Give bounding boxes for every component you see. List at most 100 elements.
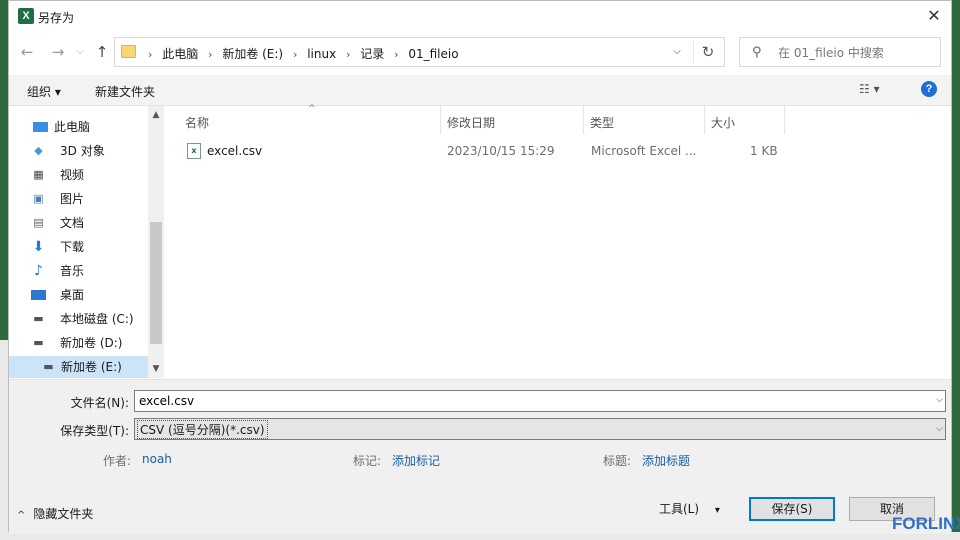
search-icon: ⚲ <box>752 45 762 60</box>
sidebar-item-label: 视频 <box>60 168 85 182</box>
help-icon[interactable]: ? <box>921 81 937 97</box>
column-divider[interactable] <box>583 106 584 134</box>
folder-icon <box>121 45 136 58</box>
tools-label: 工具(L) <box>659 502 700 516</box>
column-header-size[interactable]: 大小 <box>711 114 735 136</box>
sidebar-item-label: 3D 对象 <box>60 144 105 158</box>
sidebar-item-desktop[interactable]: 桌面 <box>17 284 147 306</box>
file-modified: 2023/10/15 15:29 <box>447 144 555 158</box>
refresh-icon[interactable]: ↻ <box>693 41 722 63</box>
excel-app-icon: X <box>18 8 34 24</box>
windows-drive-icon: ▬ <box>33 312 44 325</box>
forward-arrow-icon[interactable]: → <box>47 41 69 63</box>
breadcrumb-drive-e[interactable]: 新加卷 (E:) <box>222 47 283 61</box>
sidebar-item-label: 新加卷 (E:) <box>61 360 122 374</box>
breadcrumb-separator[interactable]: › <box>208 48 212 61</box>
command-toolbar: 组织 ▾ 新建文件夹 ☷ ▾ ? <box>9 75 951 106</box>
tools-menu-button[interactable]: 工具(L) ▾ <box>659 500 720 517</box>
column-divider[interactable] <box>440 106 441 134</box>
title-bar: X 另存为 ✕ <box>9 1 951 31</box>
breadcrumb-separator[interactable]: › <box>148 48 152 61</box>
filename-label: 文件名(N): <box>70 396 129 410</box>
save-options-panel: 文件名(N): ⌵ 保存类型(T): CSV (逗号分隔)(*.csv) ⌵ 作… <box>9 379 951 534</box>
forlinx-watermark: FORLINX <box>892 514 960 533</box>
video-icon: ▦ <box>33 168 44 181</box>
filetype-label: 保存类型(T): <box>60 424 129 438</box>
chevron-up-icon: ^ <box>17 510 26 521</box>
sidebar-item-label: 此电脑 <box>54 120 91 134</box>
file-list: ^ 名称 修改日期 类型 大小 x excel.csv 2023/10/15 1… <box>165 104 951 378</box>
save-button[interactable]: 保存(S) <box>749 497 835 521</box>
search-input[interactable] <box>776 43 938 63</box>
music-icon: ♪ <box>34 263 43 279</box>
back-arrow-icon[interactable]: ← <box>16 41 38 63</box>
add-tags-link[interactable]: 添加标记 <box>392 452 440 469</box>
breadcrumb-fileio[interactable]: 01_fileio <box>408 47 458 61</box>
filetype-select[interactable]: CSV (逗号分隔)(*.csv) <box>134 418 946 440</box>
breadcrumb-separator[interactable]: › <box>293 48 297 61</box>
navigation-scrollbar[interactable]: ▲ ▼ <box>148 106 164 378</box>
filename-history-chevron-icon[interactable]: ⌵ <box>936 395 943 405</box>
sidebar-item-documents[interactable]: ▤ 文档 <box>17 212 147 234</box>
close-button[interactable]: ✕ <box>923 5 945 27</box>
background-app <box>0 340 8 540</box>
sidebar-item-drive-e[interactable]: ▬ 新加卷 (E:) <box>9 356 149 378</box>
sidebar-item-videos[interactable]: ▦ 视频 <box>17 164 147 186</box>
file-name: excel.csv <box>207 144 263 158</box>
view-options-icon[interactable]: ☷ ▾ <box>859 82 880 96</box>
excel-csv-file-icon: x <box>187 143 201 159</box>
sidebar-item-this-pc[interactable]: 此电脑 <box>17 116 147 138</box>
documents-icon: ▤ <box>33 216 44 229</box>
column-header-type[interactable]: 类型 <box>590 114 614 136</box>
column-divider[interactable] <box>784 106 785 134</box>
hide-folders-toggle[interactable]: ^ 隐藏文件夹 <box>17 505 93 522</box>
sidebar-item-downloads[interactable]: ⬇ 下载 <box>17 236 147 258</box>
sidebar-item-drive-d[interactable]: ▬ 新加卷 (D:) <box>17 332 147 354</box>
download-icon: ⬇ <box>32 239 45 255</box>
scroll-up-icon[interactable]: ▲ <box>148 110 164 120</box>
sidebar-item-music[interactable]: ♪ 音乐 <box>17 260 147 282</box>
sidebar-item-drive-c[interactable]: ▬ 本地磁盘 (C:) <box>17 308 147 330</box>
file-size: 1 KB <box>750 144 778 158</box>
sidebar-item-3d-objects[interactable]: ◆ 3D 对象 <box>17 140 147 162</box>
navigation-pane: 此电脑 ◆ 3D 对象 ▦ 视频 ▣ 图片 ▤ 文档 ⬇ 下载 ♪ 音乐 桌面 <box>9 106 164 378</box>
sidebar-item-pictures[interactable]: ▣ 图片 <box>17 188 147 210</box>
address-history-chevron-icon[interactable]: ⌵ <box>666 41 688 63</box>
title-label: 标题: <box>603 454 632 468</box>
drive-icon: ▬ <box>43 360 54 373</box>
recent-locations-chevron-icon[interactable]: ⌵ <box>69 41 91 63</box>
column-divider[interactable] <box>704 106 705 134</box>
breadcrumb-records[interactable]: 记录 <box>360 47 384 61</box>
breadcrumb-separator[interactable]: › <box>346 48 350 61</box>
breadcrumb-linux[interactable]: linux <box>307 47 336 61</box>
file-type: Microsoft Excel ... <box>591 144 697 158</box>
breadcrumb-separator[interactable]: › <box>394 48 398 61</box>
filetype-chevron-icon[interactable]: ⌵ <box>936 424 943 434</box>
sidebar-item-label: 新加卷 (D:) <box>60 336 123 350</box>
list-item[interactable]: x excel.csv 2023/10/15 15:29 Microsoft E… <box>185 140 805 162</box>
scroll-down-icon[interactable]: ▼ <box>148 364 164 374</box>
author-value[interactable]: noah <box>142 452 172 466</box>
sidebar-item-label: 下载 <box>60 240 85 254</box>
dialog-title: 另存为 <box>38 11 75 25</box>
address-bar[interactable]: › 此电脑 › 新加卷 (E:) › linux › 记录 › 01_filei… <box>114 37 725 67</box>
search-box[interactable]: ⚲ <box>739 37 941 67</box>
breadcrumb-this-pc[interactable]: 此电脑 <box>162 47 198 61</box>
filename-input[interactable] <box>134 390 946 412</box>
sidebar-item-label: 本地磁盘 (C:) <box>60 312 134 326</box>
column-header-modified[interactable]: 修改日期 <box>447 114 495 136</box>
sort-ascending-icon: ^ <box>308 104 316 114</box>
new-folder-button[interactable]: 新建文件夹 <box>95 83 155 100</box>
author-label: 作者: <box>103 454 132 468</box>
drive-icon: ▬ <box>33 336 44 349</box>
scrollbar-thumb[interactable] <box>150 222 162 344</box>
organize-menu-button[interactable]: 组织 ▾ <box>27 83 61 100</box>
desktop-icon <box>31 290 46 300</box>
column-header-name[interactable]: 名称 <box>185 114 209 136</box>
sidebar-item-label: 文档 <box>60 216 85 230</box>
up-arrow-icon[interactable]: ↑ <box>91 41 113 63</box>
computer-icon <box>33 122 48 132</box>
save-as-dialog: X 另存为 ✕ ← → ⌵ ↑ › 此电脑 › 新加卷 (E:) › linux… <box>8 0 952 534</box>
sidebar-item-label: 图片 <box>60 192 85 206</box>
add-title-link[interactable]: 添加标题 <box>642 452 690 469</box>
